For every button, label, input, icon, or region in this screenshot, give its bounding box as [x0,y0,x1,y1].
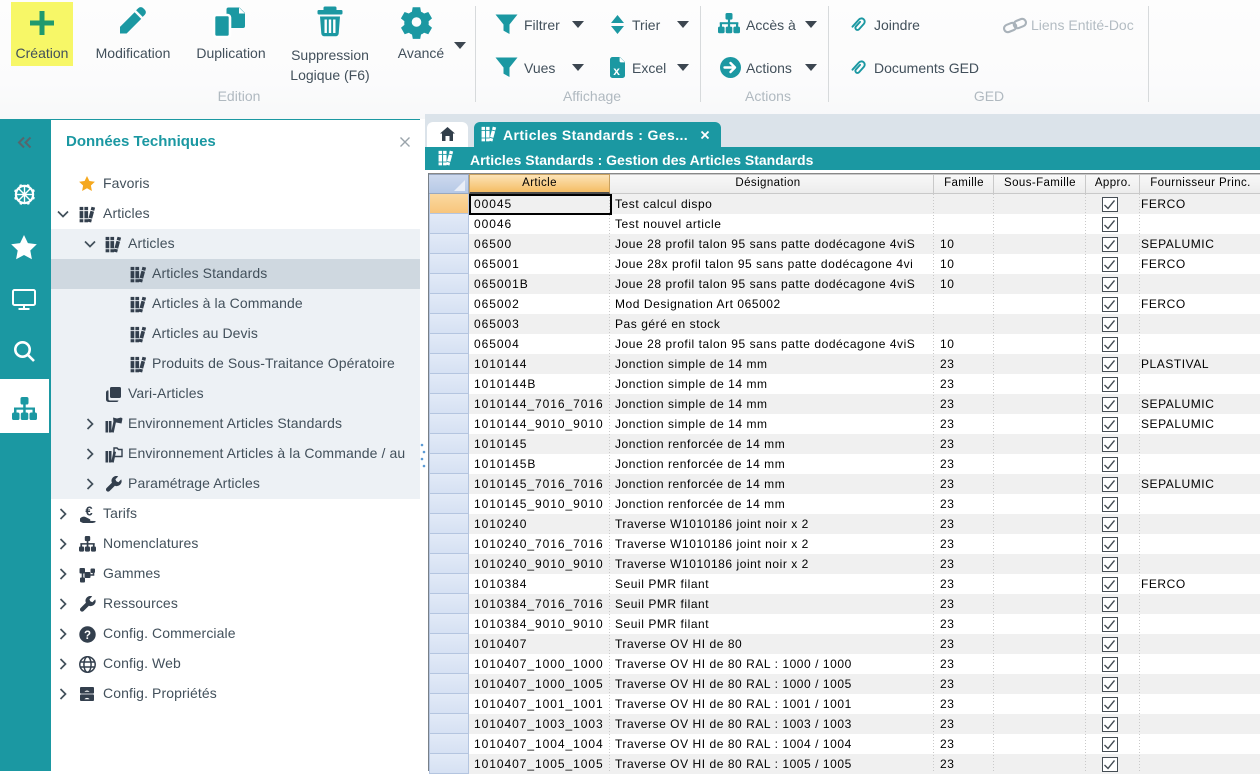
svg-text:x: x [613,64,620,78]
svg-text:?: ? [84,630,91,642]
svg-text:€: € [85,506,92,519]
